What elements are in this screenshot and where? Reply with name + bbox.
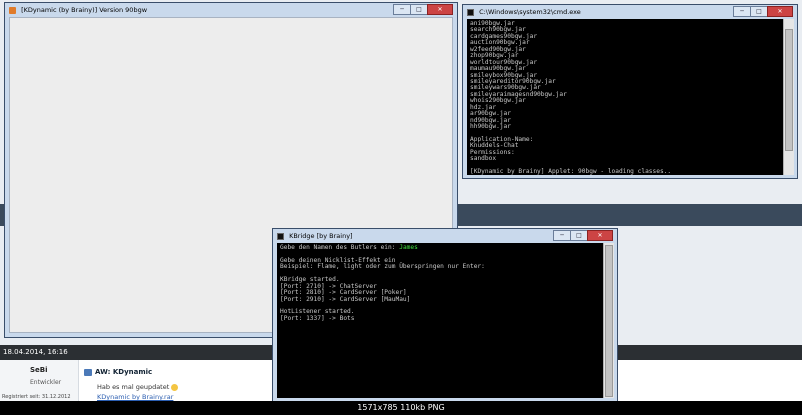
smiley-icon [171,383,179,391]
cmd-console-output[interactable]: ani90bgw.jar search90bgw.jar cardgames90bg… [467,19,783,175]
author-registered: Registriert seit: 31.12.2012 [2,394,71,400]
kbridge-window-controls: ─ □ ✕ [553,230,613,241]
maximize-button[interactable]: □ [750,6,768,17]
close-button[interactable]: ✕ [587,230,613,241]
kdynamic-window-controls: ─ □ ✕ [393,4,453,15]
close-button[interactable]: ✕ [767,6,793,17]
kbridge-window: KBridge [by Brainy] ─ □ ✕ Gebe den Namen… [272,228,618,402]
console-line: [Port: 1337] -> Bots [280,314,355,322]
author-name[interactable]: SeBi [30,366,48,374]
cmd-window-controls: ─ □ ✕ [733,6,793,17]
butler-name: James [399,244,418,251]
cmd-title: C:\Windows\system32\cmd.exe [479,8,581,16]
kbridge-console-output[interactable]: Gebe den Namen des Butlers ein: James Ge… [277,243,603,398]
attachment-link[interactable]: KDynamic by Brainy.rar [97,393,173,401]
kdynamic-titlebar[interactable]: [KDynamic (by Brainy)] Version 90bgw [5,3,457,17]
kdynamic-title: [KDynamic (by Brainy)] Version 90bgw [21,6,148,14]
kbridge-scrollbar[interactable] [603,243,614,398]
console-icon [277,232,284,240]
minimize-button[interactable]: ─ [733,6,751,17]
kbridge-title: KBridge [by Brainy] [289,232,353,240]
maximize-button[interactable]: □ [570,230,588,241]
console-line: [KDynamic by Brainy] Applet: 90bgw - loa… [470,168,672,175]
kbridge-scrollbar-thumb[interactable] [605,245,613,397]
console-icon [467,8,474,16]
minimize-button[interactable]: ─ [553,230,571,241]
post-title: AW: KDynamic [95,368,153,376]
kbridge-log: Gebe deinen Nicklist-Effekt ein Beispiel:… [280,251,603,322]
cmd-scrollbar-thumb[interactable] [785,29,793,151]
cmd-window: C:\Windows\system32\cmd.exe ─ □ ✕ ani90b… [462,4,798,179]
image-caption: 1571x785 110kb PNG [0,401,802,415]
post-body: Hab es mal geupdatet [97,383,170,391]
close-button[interactable]: ✕ [427,4,453,15]
post-author-panel: SeBi Entwickler Registriert seit: 31.12.… [0,360,79,401]
minimize-button[interactable]: ─ [393,4,411,15]
java-icon [9,6,16,14]
butler-prompt: Gebe den Namen des Butlers ein: [280,244,400,251]
post-icon [84,369,92,376]
cmd-scrollbar[interactable] [783,19,794,175]
maximize-button[interactable]: □ [410,4,428,15]
post-text: Hab es mal geupdatet [97,383,179,391]
author-role: Entwickler [30,379,62,386]
post-date: 18.04.2014, 16:16 [3,348,68,356]
